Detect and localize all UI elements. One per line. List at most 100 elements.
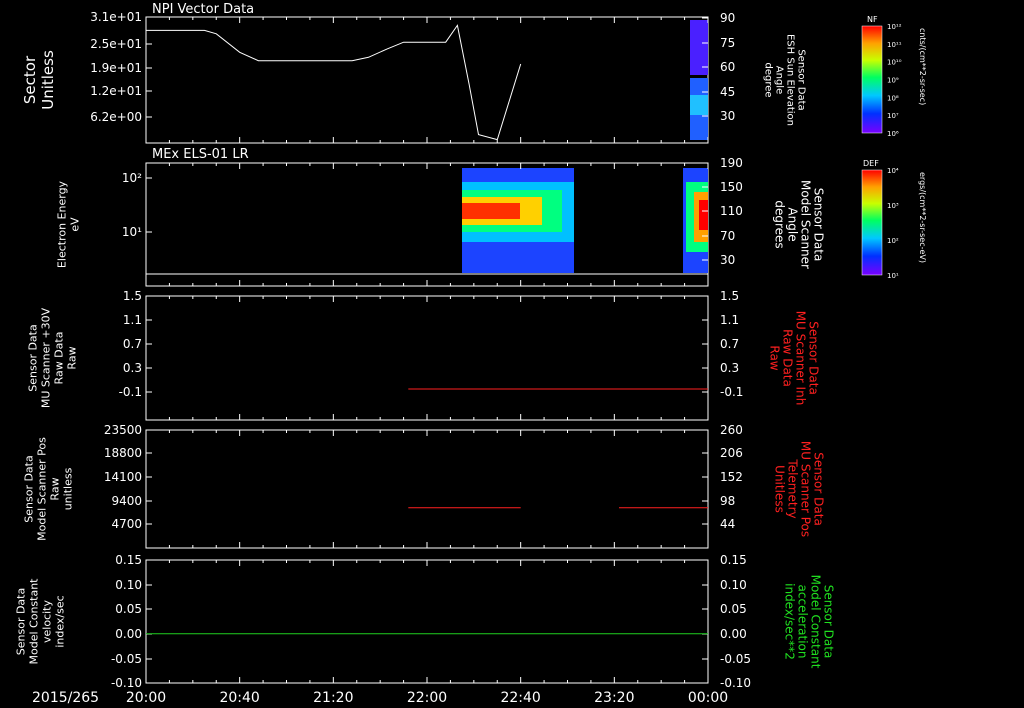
spectrogram-block-2-peak [699,200,708,230]
y-tick-label-right: -0.10 [720,676,751,690]
y-axis-label-right-line: degree [763,62,774,97]
y-axis-label-right-line: Sensor Data [807,321,821,395]
y-axis-label-left-line: Sector [21,55,39,104]
panel-2-title: MEx ELS-01 LR [152,147,249,162]
y-tick-label-right: 0.05 [720,602,747,616]
y-axis-label-right: Sensor DataESH Sun ElevationAngledegree [763,34,807,126]
y-tick-label-right: 0.7 [720,337,739,351]
y-tick-label-left: -0.05 [111,652,142,666]
y-axis-label-right-line: Unitless [773,465,787,513]
x-axis-date-label: 2015/265 [32,690,99,706]
y-tick-label-right: 0.15 [720,553,747,567]
y-axis-label-right-line: Model Scanner [799,180,813,269]
y-tick-label-right: 44 [720,517,735,531]
colorbar-tick-label: 10⁸ [887,94,899,102]
y-axis-label-left-line: Raw [66,346,79,369]
y-tick-label-left: 18800 [104,446,142,460]
y-tick-label-right: 1.5 [720,289,739,303]
colorbar-nf [861,25,883,134]
y-tick-label-left: -0.1 [119,385,142,399]
y-tick-label-right: 30 [720,253,735,267]
y-tick-label-left: 10² [122,171,142,185]
x-tick-label: 21:20 [313,690,353,706]
y-axis-label-left-line: velocity [41,600,54,643]
y-axis-label-left: Electron EnergyeV [56,180,82,268]
y-tick-label-left: 23500 [104,423,142,437]
y-tick-label-right: 75 [720,36,735,50]
colorbar-tick-label: 10⁷ [887,112,899,120]
y-axis-label-right-line: Sensor Data [796,49,807,110]
y-axis-label-left-line: Unitless [39,50,57,110]
y-axis-label-left: Sensor DataModel Constantvelocityindex/s… [15,578,67,665]
y-axis-label-right-line: Sensor Data [822,585,836,659]
colorbar-tick-label: 10¹⁰ [887,59,902,67]
y-tick-label-right: 90 [720,11,735,25]
y-axis-label-right-line: degrees [773,200,787,248]
colorbar-tick-label: 10¹ [887,272,899,280]
y-tick-label-right: 0.3 [720,361,739,375]
y-axis-label-right-line: Sensor Data [812,452,826,526]
y-axis-label-right-line: Angle [774,66,785,94]
colorbar-tick-label: 10¹¹ [887,41,902,49]
y-tick-label-left: 0.00 [115,627,142,641]
y-tick-label-right: 260 [720,423,743,437]
y-axis-label-left-line: Sensor Data [23,455,36,522]
y-tick-label-right: 152 [720,470,743,484]
y-tick-label-right: 1.1 [720,313,739,327]
y-axis-label-right: Sensor DataModel ScannerAngledegrees [773,180,826,269]
y-tick-label-left: 1.1 [123,313,142,327]
y-axis-label-right: Sensor DataMU Scanner InhRaw DataRaw [768,311,821,406]
spectrogram-block-1-peak [462,203,520,219]
y-axis-label-right-line: Sensor Data [812,188,826,262]
colorbar-tick-label: 10³ [887,202,899,210]
y-tick-label-left: 4700 [111,517,142,531]
y-tick-label-left: 0.15 [115,553,142,567]
y-tick-label-right: 110 [720,204,743,218]
colorbar-tick-label: 10⁹ [887,77,899,85]
y-axis-label-left-line: unitless [62,467,75,510]
y-tick-label-right: 206 [720,446,743,460]
y-tick-label-left: 14100 [104,470,142,484]
y-axis-label-left-line: Sensor Data [27,324,40,391]
y-tick-label-left: 1.5 [123,289,142,303]
y-tick-label-right: 70 [720,229,735,243]
y-tick-label-right: 30 [720,109,735,123]
y-axis-label-right-line: index/sec**2 [783,583,797,660]
y-axis-label-left-line: eV [69,217,82,232]
x-tick-label: 20:40 [219,690,259,706]
y-axis-label-left-line: MU Scanner +30V [40,307,53,408]
spectrogram [462,168,708,273]
colorbar-tick-label: 10¹² [887,23,902,31]
y-tick-label-left: 2.5e+01 [90,37,142,51]
y-tick-label-left: 6.2e+00 [90,110,142,124]
x-tick-label: 22:40 [500,690,540,706]
y-axis-label-left: SectorUnitless [21,50,57,110]
panel-2-frame [145,162,709,287]
y-axis-label-left: Sensor DataModel Scanner PosRawunitless [23,437,75,541]
y-tick-label-left: 10¹ [122,225,142,239]
y-axis-label-right: Sensor DataMU Scanner PosTelemetryUnitle… [773,441,826,537]
panel-3-frame [145,295,709,421]
y-axis-label-right-line: Angle [786,207,800,241]
y-tick-label-right: 60 [720,60,735,74]
y-tick-label-left: -0.10 [111,676,142,690]
y-tick-label-left: 9400 [111,494,142,508]
y-tick-label-right: 0.10 [720,578,747,592]
y-axis-label-left-line: Electron Energy [56,180,69,268]
y-axis-label-left-line: Sensor Data [15,588,28,655]
y-tick-label-left: 3.1e+01 [90,10,142,24]
x-tick-label: 20:00 [126,690,166,706]
colorbar-tick-label: 10⁴ [887,167,899,175]
y-tick-label-left: 0.3 [123,361,142,375]
colorbar-def-label: DEF [863,159,879,168]
colorbar-unit-label: ergs/(cm**2-sr-sec-eV) [918,172,927,263]
y-tick-label-left: 0.7 [123,337,142,351]
multi-panel-plot: NPI Vector Data MEx ELS-01 LR 3.1e+01 2.5… [15,2,928,706]
x-tick-label: 23:20 [594,690,634,706]
series-line-0-0 [146,24,522,141]
y-axis-label-left-line: Model Scanner Pos [36,437,49,541]
colorbar-nf-label: NF [867,15,878,24]
x-tick-label: 00:00 [688,690,728,706]
x-tick-label: 22:00 [407,690,447,706]
y-axis-label-right-line: Telemetry [786,458,800,518]
